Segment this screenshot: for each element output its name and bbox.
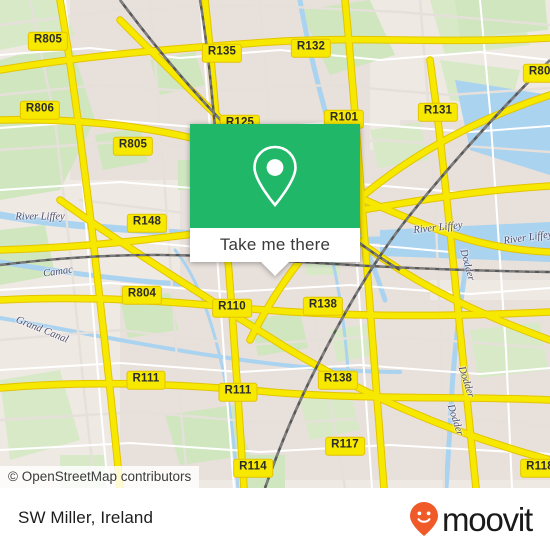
map-screenshot: .w{fill:#aad3f0} .wl{stroke:#aad3f0;fill…: [0, 0, 550, 550]
take-me-there-label: Take me there: [219, 235, 331, 254]
map-attribution[interactable]: © OpenStreetMap contributors: [0, 466, 200, 488]
location-popup-card[interactable]: Take me there: [190, 124, 360, 276]
road-shield: R110: [212, 298, 252, 318]
moovit-wordmark: moovit: [442, 500, 533, 538]
water-label: River Liffey: [15, 211, 65, 223]
footer-bar: SW Miller, Ireland moovit: [0, 488, 550, 550]
moovit-logo[interactable]: moovit: [409, 500, 533, 538]
road-shield: R804: [121, 285, 163, 305]
road-shield: R138: [302, 296, 344, 316]
road-shield: R148: [126, 213, 168, 233]
road-shield: R135: [201, 43, 243, 63]
map-viewport[interactable]: .w{fill:#aad3f0} .wl{stroke:#aad3f0;fill…: [0, 0, 550, 488]
map-pin-icon: [253, 145, 297, 208]
take-me-there-button[interactable]: Take me there: [190, 228, 360, 262]
popup-tail: [261, 262, 289, 276]
place-title: SW Miller, Ireland: [18, 508, 154, 527]
road-shield: R801: [522, 63, 550, 83]
road-shield: R138: [317, 370, 359, 390]
road-shield: R114: [233, 458, 273, 478]
road-shield: R806: [19, 100, 61, 120]
road-shield: R118: [520, 458, 550, 478]
road-shield: R132: [290, 38, 332, 58]
road-shield: R111: [218, 382, 258, 402]
road-shield: R111: [126, 370, 166, 390]
road-shield: R131: [417, 102, 459, 122]
moovit-smiley-pin-icon: [410, 502, 438, 536]
road-shield: R117: [325, 436, 365, 456]
road-shield: R805: [112, 136, 154, 156]
popup-pin-area: [190, 124, 360, 228]
attribution-text: © OpenStreetMap contributors: [8, 469, 192, 484]
road-shield: R805: [27, 31, 69, 51]
